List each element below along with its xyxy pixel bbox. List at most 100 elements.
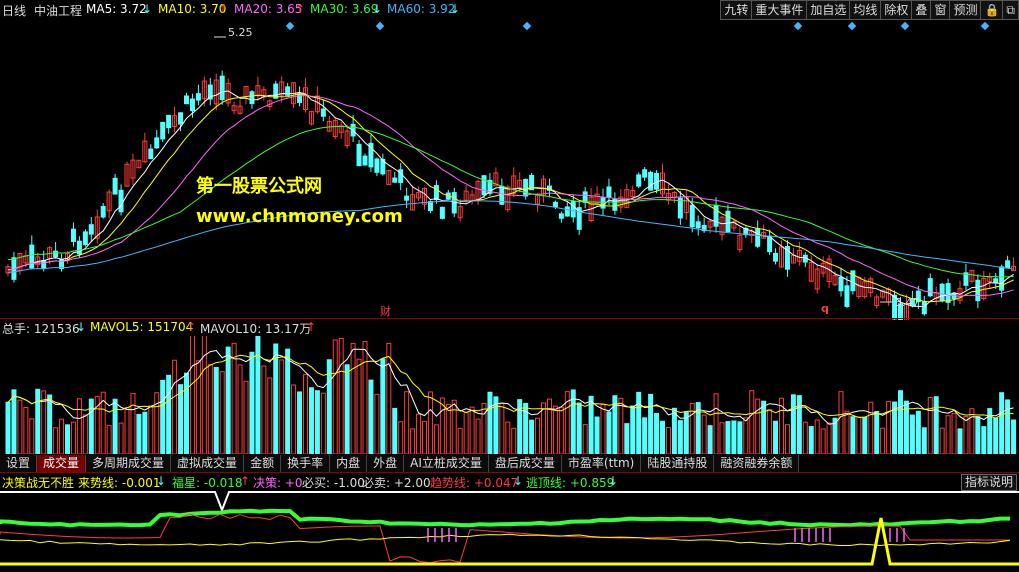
watermark-url: www.chnmoney.com — [196, 206, 403, 227]
candle-body — [600, 197, 606, 209]
volume-bar — [814, 419, 820, 454]
panel-divider — [0, 318, 1019, 319]
volume-bar — [368, 379, 374, 454]
volume-bar — [451, 399, 457, 454]
candle-body — [29, 244, 35, 269]
finance-marker[interactable]: 财 — [380, 303, 391, 319]
volume-bar — [404, 391, 410, 454]
volume-bar — [582, 424, 588, 454]
q-marker[interactable]: q — [821, 302, 829, 315]
high-price-label: 5.25 — [228, 26, 253, 39]
volume-bar — [546, 398, 552, 454]
overlay-button[interactable]: 叠 — [911, 0, 932, 20]
window-button[interactable]: 窗 — [930, 0, 951, 20]
bimai2-value: 必卖: +2.00 — [362, 476, 431, 490]
volume-bar — [70, 421, 76, 454]
volume-bar — [725, 421, 731, 454]
candle-body — [439, 206, 445, 219]
jiuzhuan-button[interactable]: 九转 — [720, 0, 753, 20]
volume-bar — [886, 401, 892, 454]
candle-body — [374, 158, 380, 173]
volume-bar — [981, 426, 987, 454]
volume-bar — [344, 364, 350, 454]
window-toggle-icon[interactable]: ⧉ — [1002, 0, 1019, 20]
indicator-explain-button[interactable]: 指标说明 — [960, 474, 1017, 491]
volume-bar — [850, 416, 856, 454]
volume-bar — [11, 389, 17, 454]
volume-bar — [398, 421, 404, 454]
volume-chart[interactable] — [0, 336, 1019, 454]
volume-bar — [600, 404, 606, 454]
lock-icon[interactable]: 🔒 — [980, 0, 1004, 20]
tab-after-hours-volume[interactable]: 盘后成交量 — [488, 455, 562, 472]
volume-bar — [665, 427, 671, 454]
volume-bar — [350, 343, 356, 454]
fuxing-arrow-icon: ↑ — [240, 474, 251, 488]
volume-bar — [82, 414, 88, 454]
volume-bar — [642, 417, 648, 454]
period-label: 日线 — [2, 4, 27, 18]
volume-bar — [118, 422, 124, 454]
tab-amount[interactable]: 金额 — [244, 455, 282, 472]
candlestick-chart[interactable] — [0, 20, 1019, 320]
volume-bar — [838, 391, 844, 454]
volume-bar — [189, 336, 195, 454]
volume-bar — [332, 339, 338, 454]
add-watchlist-button[interactable]: 加自选 — [806, 0, 851, 20]
tab-pe-ttm[interactable]: 市盈率(ttm) — [561, 455, 642, 472]
ex-rights-button[interactable]: 除权 — [880, 0, 913, 20]
tab-volume[interactable]: 成交量 — [37, 455, 87, 472]
mavol5-value: MAVOL5: 151704 — [90, 320, 194, 334]
volume-bar — [576, 402, 582, 454]
moving-average-button[interactable]: 均线 — [849, 0, 882, 20]
tab-inner-volume[interactable]: 内盘 — [330, 455, 368, 472]
volume-bar — [648, 393, 654, 454]
tab-turnover[interactable]: 换手率 — [281, 455, 331, 472]
volume-bar — [314, 390, 320, 454]
volume-bar — [826, 422, 832, 454]
volume-bar — [915, 410, 921, 454]
volume-bar — [677, 420, 683, 454]
volume-bar — [499, 403, 505, 454]
candle-body — [689, 204, 695, 228]
volume-bar — [136, 413, 142, 454]
candle-body — [552, 201, 558, 208]
volume-bar — [1005, 399, 1011, 454]
tab-multi-period-volume[interactable]: 多周期成交量 — [86, 455, 172, 472]
indicator-chart[interactable] — [0, 490, 1019, 570]
volume-bar — [427, 391, 433, 454]
taoding-line — [0, 508, 1010, 528]
tab-settings[interactable]: 设置 — [0, 455, 38, 472]
forecast-button[interactable]: 预测 — [949, 0, 982, 20]
volume-bar — [410, 428, 416, 454]
tab-ai-volume[interactable]: AI立桩成交量 — [404, 455, 489, 472]
ma10-line — [7, 93, 1014, 303]
candle-body — [677, 197, 683, 219]
volume-bar — [142, 411, 148, 454]
candle-body — [362, 155, 368, 166]
major-events-button[interactable]: 重大事件 — [751, 0, 808, 20]
candle-body — [636, 174, 642, 187]
taoding-arrow-icon: ↓ — [608, 474, 619, 488]
tab-margin-balance[interactable]: 融资融券余额 — [714, 455, 800, 472]
tab-outer-volume[interactable]: 外盘 — [367, 455, 405, 472]
volume-bar — [445, 403, 451, 454]
ma60-value: MA60: 3.92 — [387, 2, 456, 16]
tab-virtual-volume[interactable]: 虚拟成交量 — [171, 455, 245, 472]
mavol10-value: MAVOL10: 13.17万 — [200, 322, 312, 336]
volume-bar — [29, 418, 35, 454]
candle-body — [939, 283, 945, 301]
volume-bar — [654, 412, 660, 454]
volume-bar — [707, 425, 713, 454]
fuxing-value: 福星: -0.018 — [172, 476, 243, 490]
candle-body — [88, 224, 94, 235]
tab-northbound-holding[interactable]: 陆股通持股 — [641, 455, 715, 472]
candle-body — [1005, 260, 1011, 269]
candle-body — [606, 186, 612, 198]
candle-body — [219, 75, 225, 101]
volume-bar — [481, 402, 487, 454]
volume-bar — [636, 391, 642, 454]
volume-bar — [178, 384, 184, 454]
volume-bar — [23, 407, 29, 454]
volume-bar — [65, 424, 70, 454]
